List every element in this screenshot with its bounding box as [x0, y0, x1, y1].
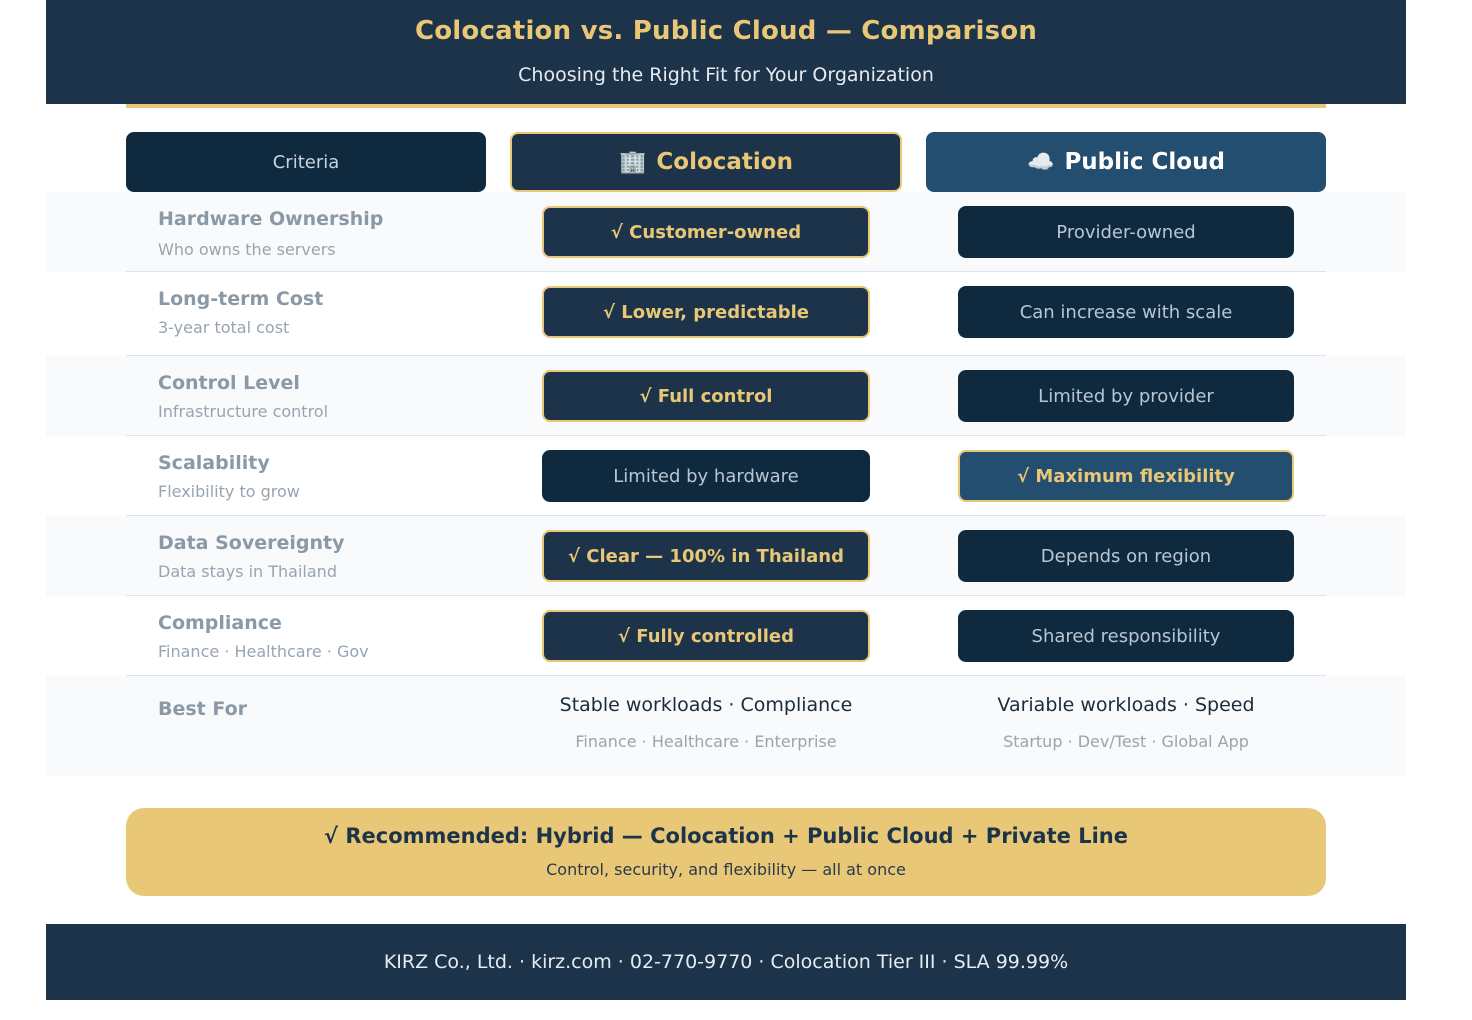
criteria-subtitle: Finance · Healthcare · Gov — [158, 642, 369, 661]
cloud-value-pill: Shared responsibility — [958, 610, 1294, 662]
cloud-value-pill: √ Maximum flexibility — [958, 450, 1294, 502]
cloud-value-pill: Depends on region — [958, 530, 1294, 582]
comparison-row-control: Control Level Infrastructure control √ F… — [46, 356, 1406, 436]
colocation-best-for-examples: Finance · Healthcare · Enterprise — [575, 732, 837, 751]
criteria-title: Compliance — [158, 612, 282, 634]
criteria-title: Scalability — [158, 452, 270, 474]
page-title: Colocation vs. Public Cloud — Comparison — [414, 16, 1038, 46]
criteria-subtitle: Data stays in Thailand — [158, 562, 337, 581]
column-header-colocation-label: Colocation — [656, 149, 793, 175]
criteria-title: Hardware Ownership — [158, 208, 384, 230]
criteria-title: Data Sovereignty — [158, 532, 345, 554]
criteria-title: Best For — [158, 698, 248, 720]
comparison-row-scalability: Scalability Flexibility to grow Limited … — [46, 436, 1406, 516]
column-header-criteria-label: Criteria — [272, 151, 340, 173]
header-banner: Colocation vs. Public Cloud — Comparison… — [46, 0, 1406, 104]
column-header-cloud-label: Public Cloud — [1064, 149, 1225, 175]
footer-text: KIRZ Co., Ltd. · kirz.com · 02-770-9770 … — [383, 951, 1069, 973]
colocation-value-pill: √ Full control — [542, 370, 870, 422]
comparison-row-hardware: Hardware Ownership Who owns the servers … — [46, 192, 1406, 272]
cloud-best-for: Variable workloads · Speed — [997, 694, 1255, 716]
colocation-value-pill: √ Lower, predictable — [542, 286, 870, 338]
recommendation-title: √ Recommended: Hybrid — Colocation + Pub… — [324, 824, 1128, 848]
column-header-cloud: ☁️ Public Cloud — [926, 132, 1326, 192]
footer-bar: KIRZ Co., Ltd. · kirz.com · 02-770-9770 … — [46, 924, 1406, 1000]
comparison-row-compliance: Compliance Finance · Healthcare · Gov √ … — [46, 596, 1406, 676]
cloud-value-pill: Limited by provider — [958, 370, 1294, 422]
comparison-row-best-for: Best For Stable workloads · Compliance F… — [46, 676, 1406, 776]
cloud-value-pill: Provider-owned — [958, 206, 1294, 258]
criteria-title: Control Level — [158, 372, 300, 394]
cloud-best-for-examples: Startup · Dev/Test · Global App — [1003, 732, 1249, 751]
building-icon: 🏢 — [619, 149, 647, 175]
colocation-value-pill: √ Fully controlled — [542, 610, 870, 662]
colocation-value-pill: Limited by hardware — [542, 450, 870, 502]
cloud-icon: ☁️ — [1027, 149, 1055, 175]
page-subtitle: Choosing the Right Fit for Your Organiza… — [518, 64, 934, 86]
criteria-subtitle: 3-year total cost — [158, 318, 290, 337]
criteria-title: Long-term Cost — [158, 288, 324, 310]
comparison-row-sovereignty: Data Sovereignty Data stays in Thailand … — [46, 516, 1406, 596]
criteria-subtitle: Who owns the servers — [158, 240, 336, 259]
recommendation-banner: √ Recommended: Hybrid — Colocation + Pub… — [126, 808, 1326, 896]
colocation-best-for: Stable workloads · Compliance — [559, 694, 853, 716]
criteria-subtitle: Flexibility to grow — [158, 482, 300, 501]
header-divider — [126, 104, 1326, 108]
criteria-subtitle: Infrastructure control — [158, 402, 329, 421]
recommendation-subtitle: Control, security, and flexibility — all… — [546, 860, 906, 879]
colocation-value-pill: √ Customer-owned — [542, 206, 870, 258]
comparison-row-cost: Long-term Cost 3-year total cost √ Lower… — [46, 272, 1406, 356]
column-header-criteria: Criteria — [126, 132, 486, 192]
colocation-value-pill: √ Clear — 100% in Thailand — [542, 530, 870, 582]
cloud-value-pill: Can increase with scale — [958, 286, 1294, 338]
comparison-infographic: Colocation vs. Public Cloud — Comparison… — [46, 0, 1406, 1000]
column-header-colocation: 🏢 Colocation — [510, 132, 902, 192]
